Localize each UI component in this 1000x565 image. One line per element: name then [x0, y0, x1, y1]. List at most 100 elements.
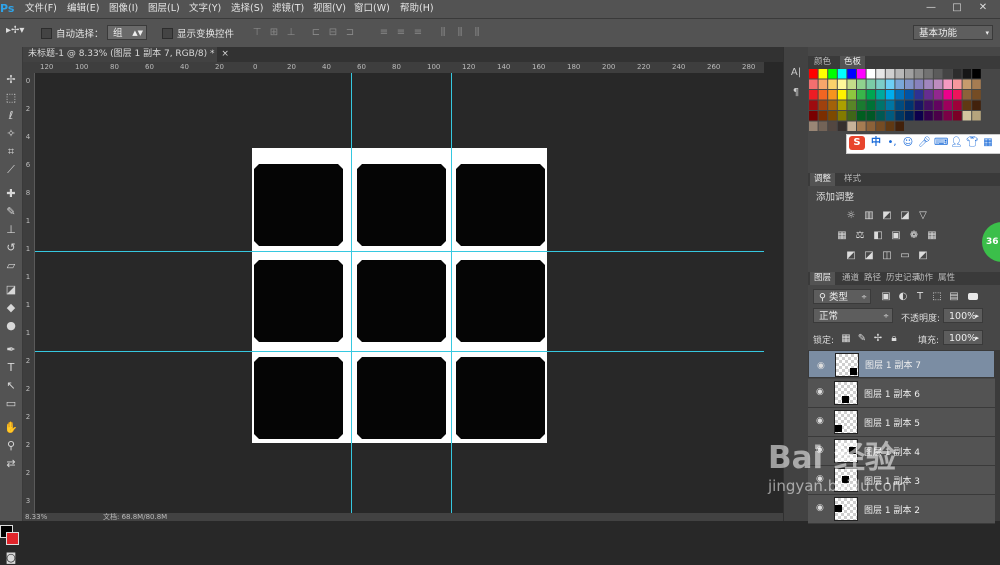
color-swatch[interactable]: [962, 100, 972, 111]
color-swatch[interactable]: [809, 90, 818, 100]
lock-pixels-icon[interactable]: ✎: [856, 333, 868, 344]
paragraph-panel-icon[interactable]: ¶: [788, 87, 804, 101]
color-swatch[interactable]: [876, 111, 885, 121]
lock-transparent-icon[interactable]: ▦: [840, 333, 852, 344]
ruler-origin[interactable]: [23, 62, 34, 73]
zoom-tool-icon[interactable]: ⚲: [2, 437, 20, 455]
color-swatch[interactable]: [809, 100, 818, 111]
color-swatch[interactable]: [953, 90, 962, 100]
color-swatch[interactable]: [972, 90, 981, 100]
menu-file[interactable]: 文件(F): [25, 0, 57, 18]
menu-edit[interactable]: 编辑(E): [67, 0, 99, 18]
color-swatch[interactable]: [809, 69, 818, 79]
color-swatch[interactable]: [972, 111, 981, 121]
distribute-vcenter-icon[interactable]: ≡: [395, 27, 407, 39]
vertical-ruler[interactable]: 0 2 4 6 8 1 1 1 1 1 2 2 2 2 2 3: [23, 73, 35, 521]
lock-position-icon[interactable]: ✢: [872, 333, 884, 344]
color-swatch[interactable]: [885, 90, 895, 100]
move-tool-icon[interactable]: ✢: [2, 71, 20, 89]
ime-logo[interactable]: S: [849, 136, 865, 150]
menu-select[interactable]: 选择(S): [231, 0, 263, 18]
layer-name[interactable]: 图层 1 副本 2: [864, 503, 920, 516]
eraser-tool-icon[interactable]: ▱: [2, 257, 20, 275]
distribute-right-icon[interactable]: ⫼: [471, 27, 483, 39]
crop-tool-icon[interactable]: ⌗: [2, 143, 20, 161]
distribute-hcenter-icon[interactable]: ⫼: [454, 27, 466, 39]
color-swatch[interactable]: [847, 90, 856, 100]
color-swatch[interactable]: [866, 79, 876, 90]
color-swatch[interactable]: [857, 90, 866, 100]
curves-icon[interactable]: ◩: [881, 210, 893, 221]
guide-line[interactable]: [451, 73, 452, 521]
document-canvas[interactable]: [252, 148, 547, 443]
color-swatch[interactable]: [847, 69, 856, 79]
show-transform-checkbox[interactable]: [162, 28, 173, 39]
posterize-icon[interactable]: ◪: [863, 250, 875, 261]
color-swatch[interactable]: [885, 111, 895, 121]
color-swatch[interactable]: [924, 111, 933, 121]
color-swatch[interactable]: [885, 121, 895, 132]
color-swatch[interactable]: [905, 111, 914, 121]
move-tool-preset-icon[interactable]: ▸✢▾: [6, 25, 32, 39]
filter-shape-icon[interactable]: ⬚: [931, 291, 943, 302]
guide-line[interactable]: [35, 251, 764, 252]
color-swatch[interactable]: [818, 121, 828, 132]
color-swatch[interactable]: [885, 69, 895, 79]
clone-stamp-icon[interactable]: ⊥: [2, 221, 20, 239]
filter-smart-icon[interactable]: ▤: [948, 291, 960, 302]
color-swatch[interactable]: [943, 79, 952, 90]
history-brush-icon[interactable]: ↺: [2, 239, 20, 257]
dodge-tool-icon[interactable]: ●: [2, 317, 20, 335]
color-swatch[interactable]: [847, 100, 856, 111]
color-swatch[interactable]: [828, 90, 837, 100]
pen-tool-icon[interactable]: ✒: [2, 341, 20, 359]
levels-icon[interactable]: ▥: [863, 210, 875, 221]
ime-lang[interactable]: 中: [870, 137, 882, 149]
color-swatch[interactable]: [962, 79, 972, 90]
maximize-icon[interactable]: □: [946, 1, 968, 15]
hand-tool-icon[interactable]: ✋: [2, 419, 20, 437]
color-swatch[interactable]: [914, 111, 924, 121]
color-swatch[interactable]: [847, 79, 856, 90]
distribute-top-icon[interactable]: ≡: [378, 27, 390, 39]
swatch-grid[interactable]: [809, 69, 984, 133]
color-swatch[interactable]: [953, 79, 962, 90]
color-swatch[interactable]: [828, 121, 837, 132]
menu-help[interactable]: 帮助(H): [400, 0, 434, 18]
align-left-icon[interactable]: ⊏: [310, 27, 322, 39]
skin-icon[interactable]: 👤︎: [950, 137, 963, 149]
tab-close-icon[interactable]: ×: [221, 49, 229, 59]
color-swatch[interactable]: [818, 69, 828, 79]
color-swatch[interactable]: [809, 121, 818, 132]
color-swatch[interactable]: [943, 100, 952, 111]
color-swatch[interactable]: [972, 69, 981, 79]
emoji-icon[interactable]: ☺: [902, 137, 914, 149]
color-swatch[interactable]: [962, 69, 972, 79]
visibility-eye-icon[interactable]: ◉: [816, 416, 824, 426]
distribute-bottom-icon[interactable]: ≡: [412, 27, 424, 39]
filter-pixel-icon[interactable]: ▣: [880, 291, 892, 302]
color-swatch[interactable]: [885, 100, 895, 111]
color-swatch[interactable]: [972, 100, 981, 111]
color-swatch[interactable]: [857, 79, 866, 90]
color-swatch[interactable]: [895, 111, 904, 121]
tshirt-icon[interactable]: 👕︎: [966, 137, 979, 149]
color-swatch[interactable]: [905, 90, 914, 100]
color-swatch[interactable]: [847, 121, 856, 132]
color-swatch[interactable]: [876, 90, 885, 100]
color-swatch[interactable]: [953, 111, 962, 121]
color-swatch[interactable]: [962, 111, 972, 121]
color-swatch[interactable]: [818, 111, 828, 121]
color-swatch[interactable]: [895, 121, 904, 132]
color-swatch[interactable]: [895, 69, 904, 79]
menu-image[interactable]: 图像(I): [109, 0, 138, 18]
fill-input[interactable]: 100% ▸: [943, 330, 983, 345]
exposure-icon[interactable]: ◪: [899, 210, 911, 221]
color-swatch[interactable]: [905, 100, 914, 111]
color-swatch[interactable]: [809, 111, 818, 121]
magic-wand-icon[interactable]: ✧: [2, 125, 20, 143]
color-swatch[interactable]: [895, 90, 904, 100]
path-select-icon[interactable]: ↖: [2, 377, 20, 395]
marquee-tool-icon[interactable]: ⬚: [2, 89, 20, 107]
blend-mode-dropdown[interactable]: 正常 ÷: [813, 308, 893, 323]
